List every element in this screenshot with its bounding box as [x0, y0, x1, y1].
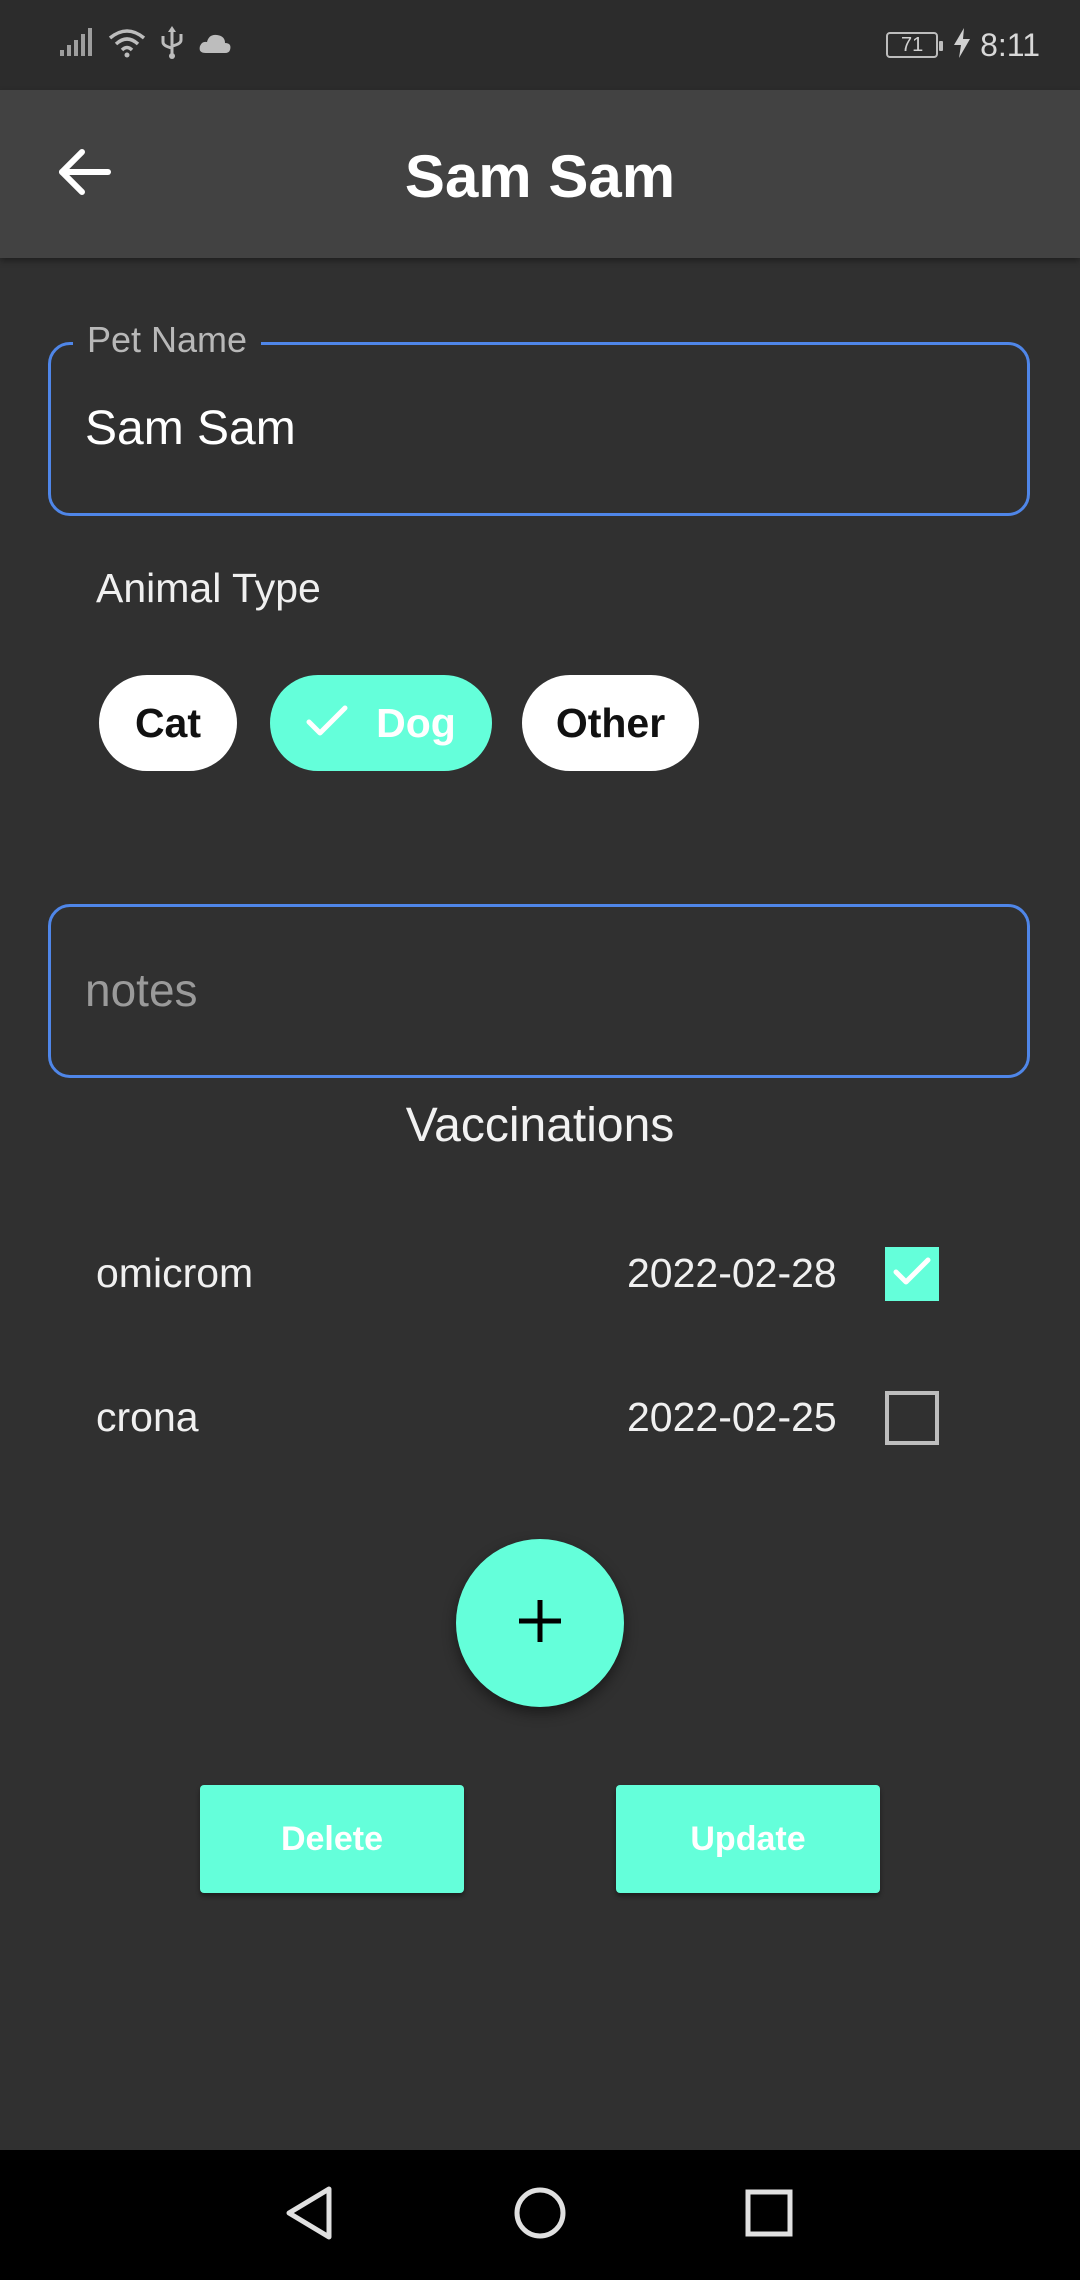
vaccination-checkbox[interactable]: [885, 1391, 939, 1445]
notes-field[interactable]: notes: [48, 904, 1030, 1078]
usb-icon: [160, 25, 184, 65]
battery-icon: 71: [886, 32, 944, 58]
chip-other[interactable]: Other: [522, 675, 699, 771]
pet-name-field[interactable]: Pet Name Sam Sam: [48, 319, 1030, 516]
system-nav-bar: [0, 2150, 1080, 2280]
list-item: omicrom 2022-02-28: [96, 1234, 976, 1314]
nav-home-icon: [512, 2185, 568, 2246]
nav-recents-icon: [743, 2187, 795, 2244]
status-icons-right: 71 8:11: [886, 22, 1040, 68]
check-icon: [306, 700, 348, 747]
nav-recents-button[interactable]: [736, 2186, 802, 2244]
page-title: Sam Sam: [404, 143, 676, 210]
animal-type-label: Animal Type: [96, 565, 321, 611]
nav-home-button[interactable]: [507, 2186, 573, 2244]
delete-button-label: Delete: [280, 1819, 384, 1858]
app-bar: Sam Sam: [0, 90, 1080, 258]
nav-back-button[interactable]: [276, 2186, 342, 2244]
cloud-icon: [198, 31, 232, 60]
pet-name-label: Pet Name: [73, 319, 262, 361]
vaccination-name: omicrom: [96, 1250, 254, 1296]
chip-dog[interactable]: Dog: [270, 675, 492, 771]
delete-button[interactable]: Delete: [200, 1785, 464, 1893]
vaccination-checkbox[interactable]: [885, 1247, 939, 1301]
chip-label: Cat: [134, 699, 202, 746]
vaccination-date: 2022-02-28: [627, 1250, 837, 1296]
update-button[interactable]: Update: [616, 1785, 880, 1893]
pet-name-value[interactable]: Sam Sam: [85, 401, 296, 456]
notes-placeholder: notes: [85, 964, 198, 1016]
chip-label: Other: [555, 699, 666, 746]
vaccination-name: crona: [96, 1394, 199, 1440]
wifi-icon: [108, 28, 146, 63]
status-bar: 71 8:11: [0, 0, 1080, 90]
vaccinations-title: Vaccinations: [405, 1099, 675, 1152]
chip-label: Dog: [376, 699, 456, 746]
status-time: 8:11: [980, 26, 1040, 63]
list-item: crona 2022-02-25: [96, 1378, 976, 1458]
battery-level: 71: [900, 33, 924, 56]
charging-icon: [954, 27, 971, 63]
status-icons-left: [60, 25, 232, 65]
chip-cat[interactable]: Cat: [99, 675, 237, 771]
add-vaccination-button[interactable]: [456, 1539, 624, 1707]
signal-icon: [60, 27, 94, 63]
plus-icon: [517, 1598, 563, 1649]
update-button-label: Update: [690, 1819, 806, 1858]
check-icon: [892, 1256, 932, 1293]
vaccination-date: 2022-02-25: [627, 1394, 837, 1440]
nav-back-icon: [283, 2185, 335, 2246]
